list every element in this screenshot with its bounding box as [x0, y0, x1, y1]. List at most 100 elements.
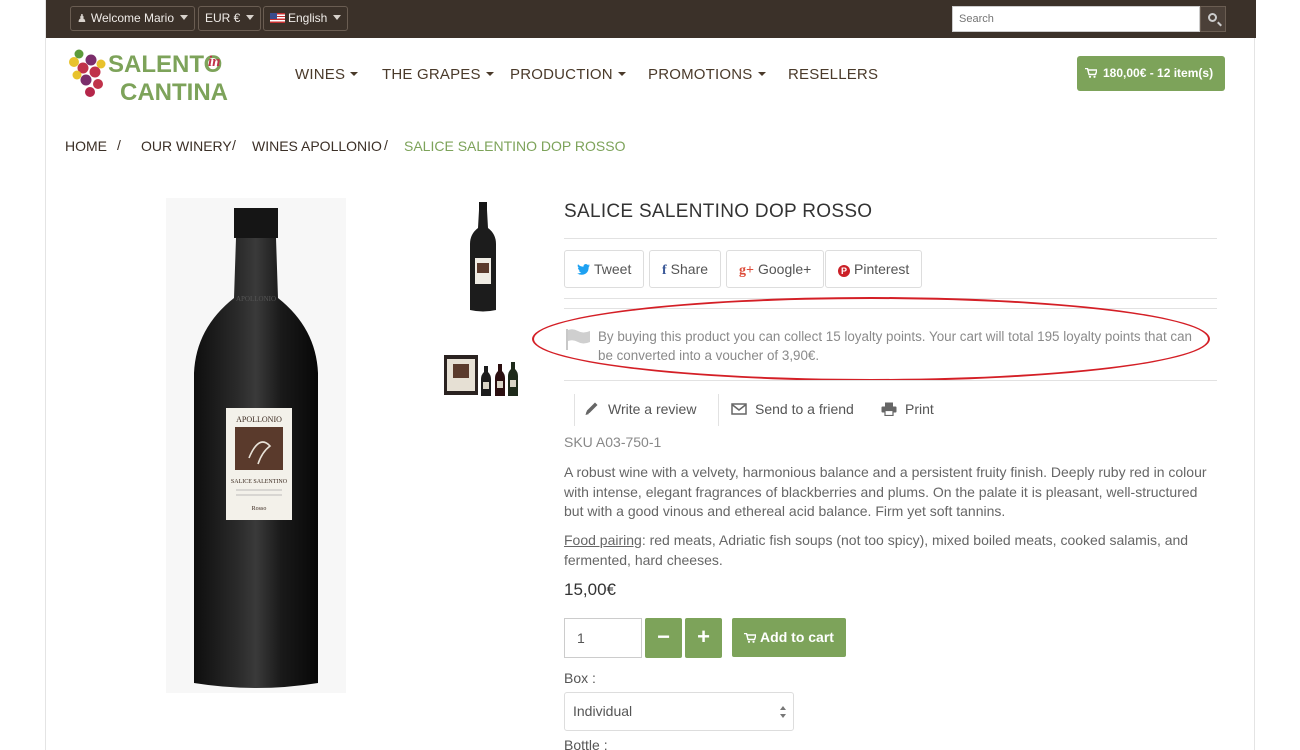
- cart-button[interactable]: 180,00€ - 12 item(s): [1077, 56, 1225, 91]
- breadcrumb-winery[interactable]: OUR WINERY: [141, 138, 232, 154]
- breadcrumb-home[interactable]: HOME: [65, 138, 107, 154]
- printer-icon: [881, 402, 897, 416]
- pinterest-button[interactable]: P Pinterest: [825, 250, 923, 288]
- logo-text-suffix: in: [208, 54, 221, 70]
- search-icon: [1208, 13, 1217, 22]
- food-pairing-text: : red meats, Adriatic fish soups (not to…: [564, 532, 1189, 568]
- box-option-label: Box :: [564, 670, 596, 686]
- divider: [564, 308, 1217, 309]
- chevron-down-icon: [350, 72, 359, 76]
- us-flag-icon: [270, 13, 285, 23]
- cart-label: 180,00€ - 12 item(s): [1103, 66, 1214, 80]
- google-label: Google+: [757, 261, 812, 277]
- add-to-cart-label: Add to cart: [760, 629, 834, 645]
- grape-logo-icon: SALENTO in CANTINA: [69, 49, 228, 106]
- nav-promotions-label: PROMOTIONS: [648, 66, 753, 83]
- envelope-icon: [731, 403, 747, 415]
- divider: [574, 394, 575, 426]
- nav-grapes[interactable]: THE GRAPES: [382, 66, 494, 83]
- nav-resellers-label: RESELLERS: [788, 66, 879, 83]
- nav-grapes-label: THE GRAPES: [382, 66, 481, 83]
- bottle-label-brand: APOLLONIO: [236, 415, 282, 424]
- loyalty-points-message: By buying this product you can collect 1…: [598, 329, 1192, 363]
- breadcrumb-separator: /: [117, 137, 121, 153]
- google-plus-button[interactable]: g+ Google+: [726, 250, 825, 288]
- product-price: 15,00€: [564, 580, 616, 599]
- box-select[interactable]: Individual: [564, 692, 794, 731]
- breadcrumb-separator: /: [384, 137, 388, 153]
- bottle-label-type: Rosso: [252, 506, 267, 512]
- divider: [564, 238, 1217, 239]
- chevron-down-icon: [246, 15, 255, 20]
- product-description: A robust wine with a velvety, harmonious…: [564, 464, 1207, 519]
- quantity-increase-button[interactable]: +: [685, 618, 722, 658]
- nav-production-label: PRODUCTION: [510, 66, 613, 83]
- wine-box-thumb: [444, 355, 518, 396]
- send-to-friend-label: Send to a friend: [755, 401, 854, 417]
- product-thumbnail-2[interactable]: [444, 352, 520, 398]
- account-dropdown[interactable]: ♟ Welcome Mario: [70, 6, 196, 31]
- send-to-friend-link[interactable]: Send to a friend: [731, 401, 854, 417]
- product-main-image[interactable]: APOLLONIO APOLLONIO SALICE SALENTINO Ros…: [166, 198, 346, 693]
- tweet-button[interactable]: Tweet: [564, 250, 645, 288]
- user-icon: ♟: [77, 13, 87, 25]
- food-pairing-label: Food pairing: [564, 532, 642, 548]
- flag-icon: [566, 329, 590, 350]
- chevron-down-icon: [485, 72, 494, 76]
- logo-text-line2: CANTINA: [120, 79, 228, 106]
- write-review-link[interactable]: Write a review: [584, 401, 696, 417]
- language-label: English: [288, 11, 328, 25]
- facebook-icon: f: [662, 263, 667, 278]
- welcome-label: Welcome Mario: [90, 11, 175, 25]
- nav-resellers[interactable]: RESELLERS: [788, 66, 878, 83]
- pinterest-label: Pinterest: [854, 261, 910, 277]
- select-arrows-icon: [780, 706, 786, 718]
- nav-wines-label: WINES: [295, 66, 346, 83]
- search-button[interactable]: [1200, 6, 1226, 32]
- currency-label: EUR €: [205, 11, 241, 25]
- logo-text-line1: SALENTO: [108, 51, 222, 78]
- google-plus-icon: g+: [739, 263, 754, 278]
- wine-bottle-image: APOLLONIO APOLLONIO SALICE SALENTINO Ros…: [194, 208, 318, 688]
- search-input[interactable]: [952, 6, 1200, 32]
- share-label: Share: [670, 261, 709, 277]
- pinterest-icon: P: [838, 265, 850, 277]
- wine-bottle-thumb: [470, 202, 496, 312]
- divider: [718, 394, 719, 426]
- page: ♟Welcome Mario EUR € English SALENTO in: [45, 0, 1256, 750]
- breadcrumb-wines-apollonio[interactable]: WINES APOLLONIO: [252, 138, 382, 154]
- chevron-down-icon: [617, 72, 626, 76]
- chevron-down-icon: [333, 15, 342, 20]
- site-logo[interactable]: SALENTO in CANTINA: [68, 42, 248, 106]
- nav-production[interactable]: PRODUCTION: [510, 66, 626, 83]
- product-title: SALICE SALENTINO DOP ROSSO: [564, 201, 873, 222]
- bottle-label-name: SALICE SALENTINO: [231, 479, 288, 485]
- box-select-value: Individual: [573, 703, 633, 719]
- top-bar: ♟ Welcome Mario EUR € English: [46, 0, 1256, 38]
- cart-icon: [1085, 68, 1097, 78]
- breadcrumb-current: SALICE SALENTINO DOP ROSSO: [404, 138, 626, 154]
- food-pairing: Food pairing: red meats, Adriatic fish s…: [564, 531, 1219, 570]
- facebook-share-button[interactable]: f Share: [649, 250, 722, 288]
- currency-dropdown[interactable]: EUR €: [198, 6, 262, 31]
- bottle-option-label: Bottle :: [564, 737, 608, 750]
- quantity-input[interactable]: [564, 618, 642, 658]
- language-dropdown[interactable]: English: [263, 6, 349, 31]
- cart-icon: [744, 632, 758, 643]
- chevron-down-icon: [757, 72, 766, 76]
- chevron-down-icon: [180, 15, 189, 20]
- add-to-cart-button[interactable]: Add to cart: [732, 618, 846, 657]
- quantity-decrease-button[interactable]: −: [645, 618, 682, 658]
- nav-wines[interactable]: WINES: [295, 66, 359, 83]
- product-thumbnail-1[interactable]: [444, 196, 522, 314]
- write-review-label: Write a review: [608, 401, 697, 417]
- tweet-label: Tweet: [594, 261, 632, 277]
- divider: [564, 380, 1217, 381]
- twitter-icon: [577, 264, 590, 275]
- bottle-embossed-brand: APOLLONIO: [236, 295, 276, 303]
- product-sku: SKU A03-750-1: [564, 434, 662, 450]
- print-link[interactable]: Print: [881, 401, 934, 417]
- nav-promotions[interactable]: PROMOTIONS: [648, 66, 766, 83]
- print-label: Print: [905, 401, 934, 417]
- divider: [564, 298, 1217, 299]
